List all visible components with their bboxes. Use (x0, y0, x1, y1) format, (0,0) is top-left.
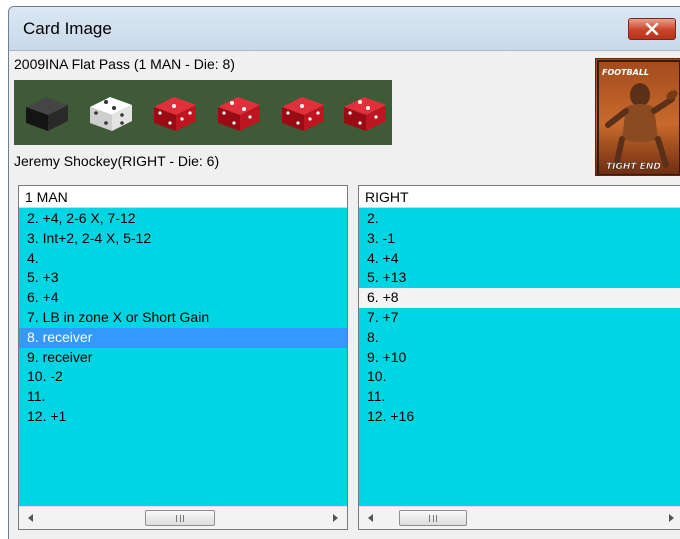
list-item[interactable]: 12. +16 (359, 407, 680, 427)
list-item[interactable]: 7. +7 (359, 308, 680, 328)
right-list-panel[interactable]: RIGHT 2. 3. -1 4. +4 5. +13 6. +8 7. +7 … (358, 185, 680, 530)
scroll-thumb[interactable] (145, 510, 215, 526)
red-die-icon (218, 97, 260, 131)
scroll-right-arrow[interactable] (325, 507, 345, 529)
red-die-icon (154, 97, 196, 131)
list-item[interactable]: 8. receiver (19, 327, 347, 348)
list-item[interactable]: 2. +4, 2-6 X, 7-12 (19, 209, 347, 229)
scroll-left-arrow[interactable] (361, 507, 381, 529)
horizontal-scrollbar[interactable] (19, 506, 347, 529)
list-item[interactable]: 4. (19, 249, 347, 269)
list-item[interactable]: 5. +3 (19, 268, 347, 288)
red-die-icon (282, 97, 324, 131)
player-card-thumbnail[interactable]: FOOTBALL TIGHT END (595, 58, 680, 176)
list-item[interactable]: 8. (359, 328, 680, 348)
close-button[interactable] (628, 18, 676, 40)
list-item[interactable]: 6. +4 (19, 288, 347, 308)
scroll-right-arrow[interactable] (661, 507, 680, 529)
card-image-window: Card Image 2009INA Flat Pass (1 MAN - Di… (8, 6, 680, 539)
card-top-text: FOOTBALL (602, 68, 649, 77)
horizontal-scrollbar[interactable] (359, 506, 680, 529)
list-item[interactable]: 9. receiver (19, 348, 347, 368)
close-icon (645, 23, 659, 35)
list-item[interactable]: 12. +1 (19, 407, 347, 427)
card-position-text: TIGHT END (606, 162, 661, 172)
player-label: Jeremy Shockey(RIGHT - Die: 6) (14, 153, 220, 169)
card-image: FOOTBALL TIGHT END (596, 59, 680, 175)
list-item[interactable]: 3. -1 (359, 229, 680, 249)
triangle-left-icon (28, 514, 33, 522)
list-item[interactable]: 3. Int+2, 2-4 X, 5-12 (19, 229, 347, 249)
column-header[interactable]: 1 MAN (19, 186, 347, 208)
dice-strip (14, 80, 392, 145)
black-die-icon (26, 97, 68, 131)
window-title: Card Image (23, 19, 112, 38)
list-item[interactable]: 9. +10 (359, 348, 680, 368)
list-item[interactable]: 11. (19, 387, 347, 407)
list-item[interactable]: 4. +4 (359, 249, 680, 269)
triangle-right-icon (333, 514, 338, 522)
title-bar[interactable]: Card Image (9, 7, 680, 51)
scroll-thumb[interactable] (399, 510, 467, 526)
right-rows: 2. 3. -1 4. +4 5. +13 6. +8 7. +7 8. 9. … (359, 209, 680, 427)
triangle-left-icon (368, 514, 373, 522)
grip-icon (176, 514, 184, 522)
play-label: 2009INA Flat Pass (1 MAN - Die: 8) (14, 56, 235, 72)
white-die-icon (90, 97, 132, 131)
list-item[interactable]: 7. LB in zone X or Short Gain (19, 308, 347, 328)
scroll-left-arrow[interactable] (21, 507, 41, 529)
list-item[interactable]: 10. (359, 367, 680, 387)
triangle-right-icon (669, 514, 674, 522)
list-item[interactable]: 5. +13 (359, 268, 680, 288)
list-item[interactable]: 6. +8 (359, 288, 680, 308)
left-rows: 2. +4, 2-6 X, 7-12 3. Int+2, 2-4 X, 5-12… (19, 209, 347, 427)
list-item[interactable]: 2. (359, 209, 680, 229)
list-item[interactable]: 10. -2 (19, 367, 347, 387)
red-die-icon (344, 97, 386, 131)
grip-icon (429, 514, 437, 522)
list-item[interactable]: 11. (359, 387, 680, 407)
left-list-panel[interactable]: 1 MAN 2. +4, 2-6 X, 7-12 3. Int+2, 2-4 X… (18, 185, 348, 530)
column-header[interactable]: RIGHT (359, 186, 680, 208)
